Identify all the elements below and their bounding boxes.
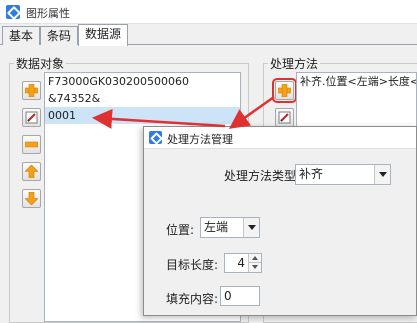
app-icon <box>6 5 20 19</box>
target-length-label: 目标长度: <box>166 258 219 272</box>
fill-content-input[interactable]: 0 <box>220 286 260 306</box>
add-processing-method-button[interactable] <box>272 78 297 103</box>
edit-pencil-icon <box>25 111 38 124</box>
list-item[interactable]: &74352& <box>45 90 240 107</box>
list-item[interactable]: 补齐.位置<左端>长度<4> <box>297 73 416 90</box>
dialog-title: 处理方法管理 <box>167 133 233 146</box>
tab-datasource[interactable]: 数据源 <box>78 24 129 46</box>
position-select[interactable]: 左端 <box>200 217 260 238</box>
method-type-select[interactable]: 补齐 <box>295 164 391 185</box>
method-type-value: 补齐 <box>299 167 324 181</box>
move-up-button[interactable] <box>22 162 41 181</box>
dialog-titlebar: 处理方法管理 <box>144 127 416 149</box>
chevron-down-icon[interactable] <box>243 218 259 237</box>
target-length-value: 4 <box>237 256 245 270</box>
move-down-button[interactable] <box>22 189 41 208</box>
edit-processing-method-button[interactable] <box>275 108 294 127</box>
window-title: 图形属性 <box>26 7 70 20</box>
chevron-down-icon[interactable] <box>374 165 390 184</box>
position-value: 左端 <box>204 220 229 234</box>
tab-bar: 基本 条码 数据源 <box>0 24 417 46</box>
spin-down-icon[interactable] <box>248 263 261 272</box>
tab-barcode[interactable]: 条码 <box>40 26 79 45</box>
app-icon <box>149 131 162 144</box>
minus-icon <box>25 141 38 148</box>
tab-basic[interactable]: 基本 <box>2 26 41 45</box>
position-label: 位置: <box>166 223 195 237</box>
edit-data-object-button[interactable] <box>22 108 41 127</box>
list-item-selected[interactable]: 0001 <box>45 107 240 124</box>
window-titlebar: 图形属性 <box>0 0 417 24</box>
add-icon <box>25 84 38 97</box>
method-type-label: 处理方法类型: <box>224 169 301 183</box>
add-icon <box>278 84 291 97</box>
processing-label: 处理方法 <box>268 55 321 72</box>
spin-up-icon[interactable] <box>248 254 261 263</box>
arrow-down-icon <box>25 192 38 205</box>
add-data-object-button[interactable] <box>22 81 41 100</box>
target-length-stepper[interactable]: 4 <box>224 253 262 273</box>
data-objects-label: 数据对象 <box>14 55 67 72</box>
edit-pencil-icon <box>278 111 291 124</box>
arrow-up-icon <box>25 165 38 178</box>
fill-content-label: 填充内容: <box>166 292 219 306</box>
fill-content-value: 0 <box>224 289 232 303</box>
list-item[interactable]: F73000GK030200500060 <box>45 73 240 90</box>
processing-method-dialog: 处理方法管理 处理方法类型: 补齐 位置: 左端 目标长度: 4 填充内容: 0 <box>143 126 417 316</box>
delete-data-object-button[interactable] <box>22 135 41 154</box>
